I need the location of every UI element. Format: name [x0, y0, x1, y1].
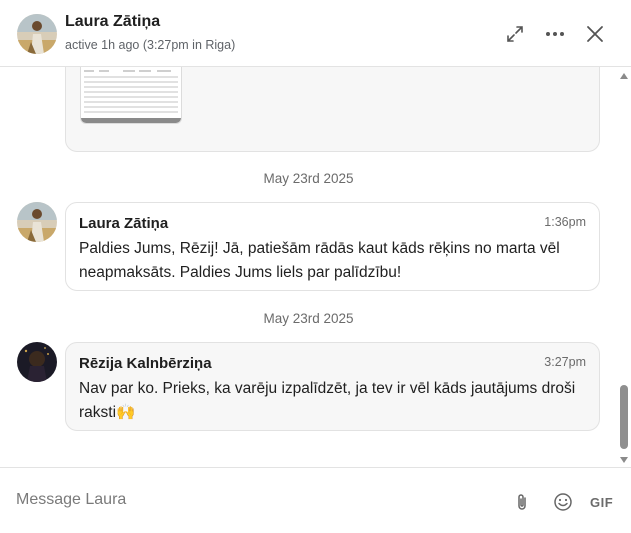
date-separator: May 23rd 2025 — [263, 171, 354, 186]
message-text: Nav par ko. Prieks, ka varēju izpalīdzēt… — [79, 380, 576, 421]
emoji-icon[interactable] — [553, 492, 573, 517]
spreadsheet-thumbnail[interactable] — [80, 67, 182, 124]
close-icon[interactable] — [583, 22, 607, 46]
avatar[interactable] — [17, 342, 57, 382]
scroll-down-arrow-icon[interactable] — [620, 457, 628, 463]
avatar[interactable] — [17, 14, 57, 54]
scroll-up-arrow-icon[interactable] — [620, 73, 628, 79]
message-composer: GIF — [0, 467, 631, 533]
contact-status: active 1h ago (3:27pm in Riga) — [65, 38, 236, 52]
date-separator: May 23rd 2025 — [263, 311, 354, 326]
message-sender: Rēzija Kalnbērziņa — [79, 355, 212, 372]
gif-button[interactable]: GIF — [590, 495, 613, 510]
attachment-message — [65, 67, 600, 152]
message-time: 3:27pm — [544, 355, 586, 369]
message-time: 1:36pm — [544, 215, 586, 229]
expand-icon[interactable] — [503, 22, 527, 46]
message-bubble[interactable]: Laura Zātiņa 1:36pm Paldies Jums, Rēzij!… — [65, 202, 600, 291]
chat-header: Laura Zātiņa active 1h ago (3:27pm in Ri… — [0, 0, 631, 67]
message-list[interactable]: May 23rd 2025 Laura Zātiņa 1:36pm Paldie… — [0, 67, 631, 467]
contact-name: Laura Zātiņa — [65, 13, 161, 30]
attachment-icon[interactable] — [513, 492, 531, 517]
avatar[interactable] — [17, 202, 57, 242]
scrollbar[interactable] — [617, 67, 631, 467]
scrollbar-thumb[interactable] — [620, 385, 628, 449]
message-text: Paldies Jums, Rēzij! Jā, patiešām rādās … — [79, 240, 560, 281]
message-bubble[interactable]: Rēzija Kalnbērziņa 3:27pm Nav par ko. Pr… — [65, 342, 600, 431]
message-input[interactable] — [16, 488, 486, 512]
message-sender: Laura Zātiņa — [79, 215, 169, 232]
more-icon[interactable] — [543, 22, 567, 46]
